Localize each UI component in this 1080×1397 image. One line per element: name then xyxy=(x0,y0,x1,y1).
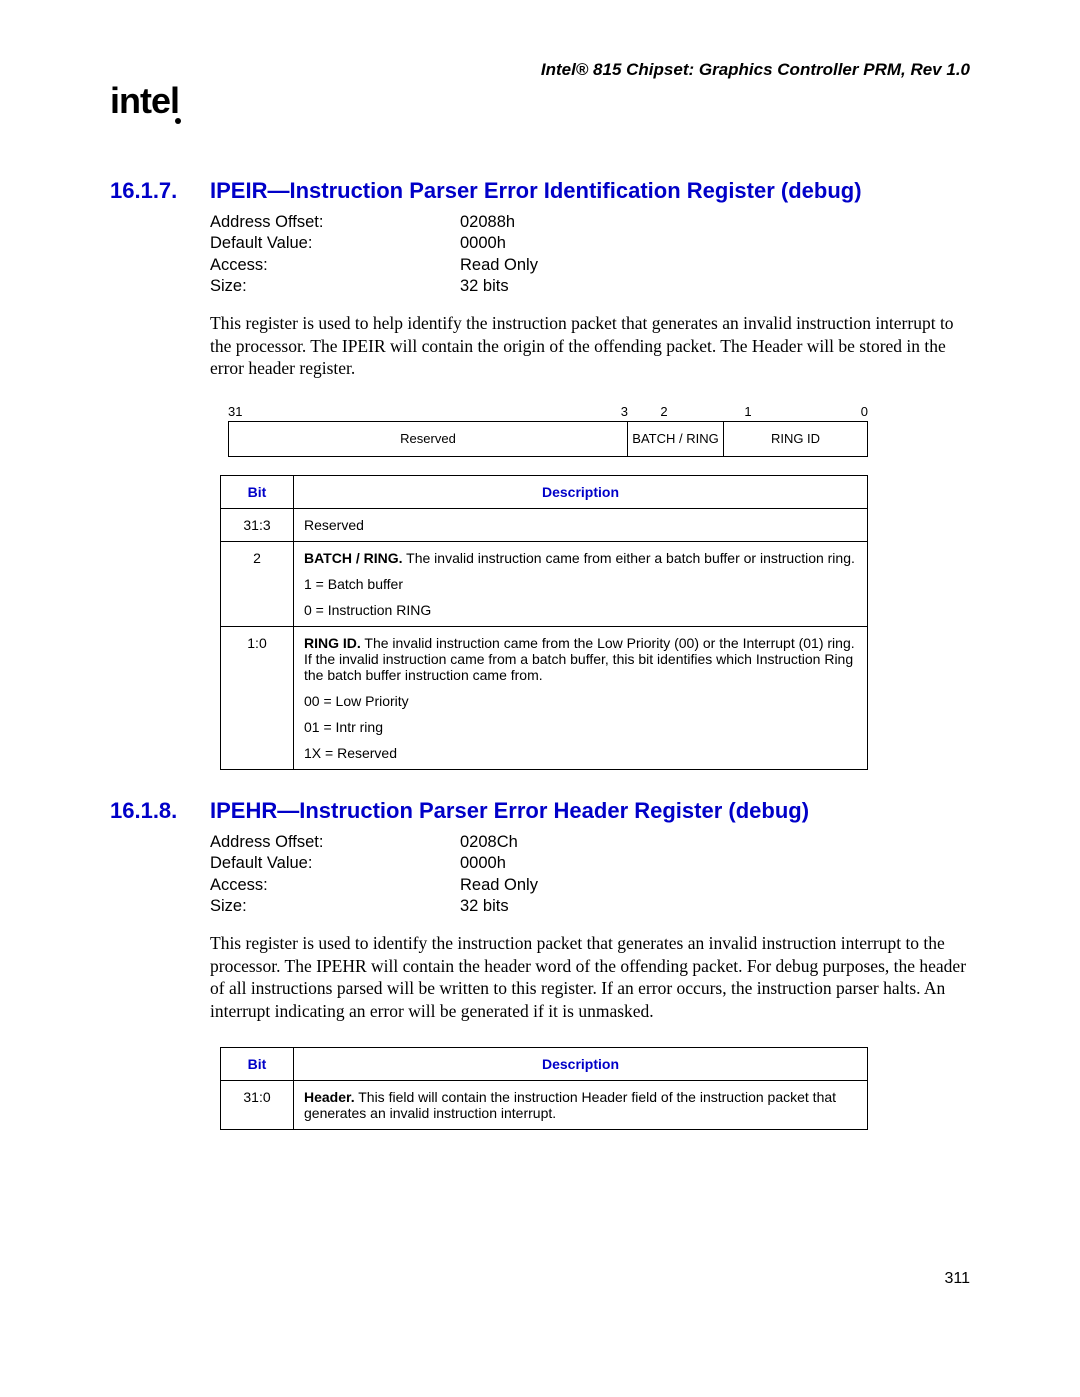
table-row: 1:0 RING ID. The invalid instruction cam… xyxy=(221,627,868,770)
kv-row: Address Offset: 02088h xyxy=(210,212,970,233)
desc-text: The invalid instruction came from either… xyxy=(403,550,855,566)
doc-header-title: Intel® 815 Chipset: Graphics Controller … xyxy=(110,60,970,80)
kv-row: Size: 32 bits xyxy=(210,896,970,917)
kv-key: Address Offset: xyxy=(210,832,460,853)
bit-label: 1 xyxy=(700,404,796,419)
desc-cell: Reserved xyxy=(294,509,868,542)
bitfield-box-reserved: Reserved xyxy=(228,421,628,457)
bit-cell: 31:3 xyxy=(221,509,294,542)
section-number: 16.1.8. xyxy=(110,798,210,824)
kv-value: 02088h xyxy=(460,212,515,233)
kv-value: 0208Ch xyxy=(460,832,518,853)
ipehr-paragraph: This register is used to identify the in… xyxy=(210,932,970,1023)
ipehr-attributes: Address Offset: 0208Ch Default Value: 00… xyxy=(210,832,970,918)
intel-logo-text: intel xyxy=(110,80,179,121)
kv-value: 0000h xyxy=(460,853,506,874)
bit-cell: 31:0 xyxy=(221,1080,294,1129)
table-header-description: Description xyxy=(294,1047,868,1080)
page-number: 311 xyxy=(110,1270,970,1288)
desc-line: 01 = Intr ring xyxy=(304,719,857,735)
ipeir-attributes: Address Offset: 02088h Default Value: 00… xyxy=(210,212,970,298)
kv-key: Address Offset: xyxy=(210,212,460,233)
bit-label: 0 xyxy=(796,404,868,419)
ipeir-bitfield-diagram: 31 3 2 1 0 Reserved BATCH / RING RING ID xyxy=(228,404,868,457)
kv-key: Default Value: xyxy=(210,853,460,874)
kv-key: Access: xyxy=(210,255,460,276)
table-row: 31:0 Header. This field will contain the… xyxy=(221,1080,868,1129)
desc-cell: RING ID. The invalid instruction came fr… xyxy=(294,627,868,770)
kv-row: Access: Read Only xyxy=(210,875,970,896)
bit-label: 31 xyxy=(228,404,244,419)
section-heading-ipehr: 16.1.8. IPEHR—Instruction Parser Error H… xyxy=(110,798,970,824)
desc-line: 0 = Instruction RING xyxy=(304,602,857,618)
desc-line: 1X = Reserved xyxy=(304,745,857,761)
table-header-bit: Bit xyxy=(221,1047,294,1080)
desc-cell: Header. This field will contain the inst… xyxy=(294,1080,868,1129)
kv-row: Default Value: 0000h xyxy=(210,853,970,874)
intel-logo: intel xyxy=(110,80,970,122)
desc-lead: BATCH / RING. xyxy=(304,550,403,566)
table-header-bit: Bit xyxy=(221,476,294,509)
kv-key: Default Value: xyxy=(210,233,460,254)
ipeir-description-table: Bit Description 31:3 Reserved 2 BATCH / … xyxy=(220,475,868,770)
section-title: IPEIR—Instruction Parser Error Identific… xyxy=(210,178,862,204)
bitfield-box-batch-ring: BATCH / RING xyxy=(628,421,724,457)
section-title: IPEHR—Instruction Parser Error Header Re… xyxy=(210,798,809,824)
kv-row: Size: 32 bits xyxy=(210,276,970,297)
kv-value: Read Only xyxy=(460,255,538,276)
section-number: 16.1.7. xyxy=(110,178,210,204)
desc-lead: RING ID. xyxy=(304,635,361,651)
desc-text: This field will contain the instruction … xyxy=(304,1089,836,1121)
bit-label: 3 xyxy=(244,404,628,419)
kv-value: 32 bits xyxy=(460,896,509,917)
kv-row: Default Value: 0000h xyxy=(210,233,970,254)
desc-line: 1 = Batch buffer xyxy=(304,576,857,592)
table-row: 31:3 Reserved xyxy=(221,509,868,542)
bit-label: 2 xyxy=(628,404,700,419)
logo-dot xyxy=(175,118,181,124)
kv-key: Size: xyxy=(210,896,460,917)
table-header-description: Description xyxy=(294,476,868,509)
table-row: 2 BATCH / RING. The invalid instruction … xyxy=(221,542,868,627)
kv-key: Size: xyxy=(210,276,460,297)
bitfield-box-ring-id: RING ID xyxy=(724,421,868,457)
ipehr-description-table: Bit Description 31:0 Header. This field … xyxy=(220,1047,868,1130)
section-heading-ipeir: 16.1.7. IPEIR—Instruction Parser Error I… xyxy=(110,178,970,204)
bit-cell: 2 xyxy=(221,542,294,627)
kv-value: 32 bits xyxy=(460,276,509,297)
bit-cell: 1:0 xyxy=(221,627,294,770)
kv-value: 0000h xyxy=(460,233,506,254)
desc-cell: BATCH / RING. The invalid instruction ca… xyxy=(294,542,868,627)
ipeir-paragraph: This register is used to help identify t… xyxy=(210,312,970,380)
kv-row: Access: Read Only xyxy=(210,255,970,276)
kv-key: Access: xyxy=(210,875,460,896)
desc-text: The invalid instruction came from the Lo… xyxy=(304,635,855,683)
desc-lead: Header. xyxy=(304,1089,355,1105)
kv-value: Read Only xyxy=(460,875,538,896)
desc-line: 00 = Low Priority xyxy=(304,693,857,709)
kv-row: Address Offset: 0208Ch xyxy=(210,832,970,853)
